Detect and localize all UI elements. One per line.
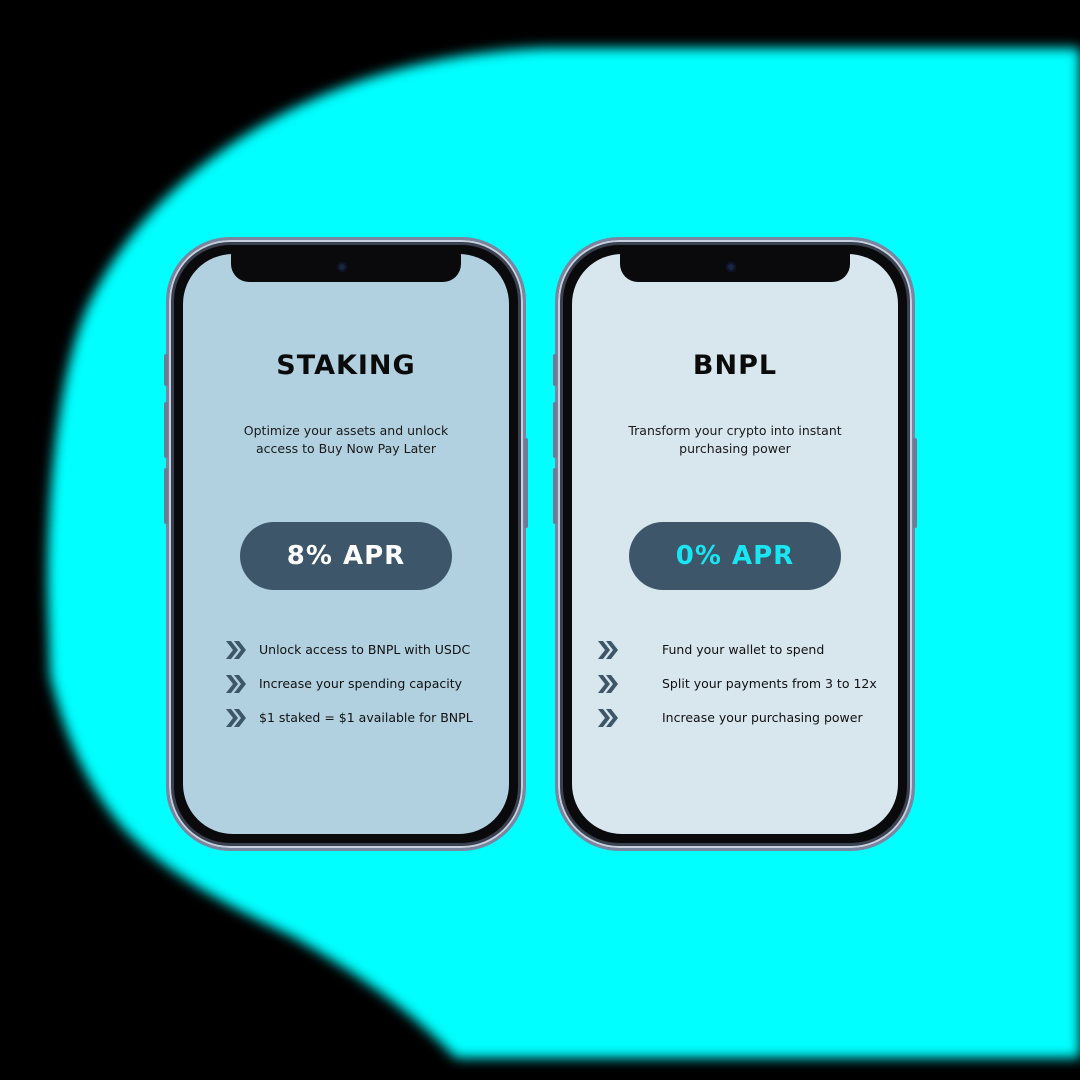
double-chevron-right-icon	[598, 709, 618, 727]
description-line: Optimize your assets and unlock	[243, 423, 449, 438]
feature-text: Split your payments from 3 to 12x	[662, 676, 877, 691]
phone-volume-up-button	[553, 402, 557, 458]
list-item: Increase your purchasing power	[572, 706, 898, 730]
camera-icon	[337, 262, 347, 272]
phone-staking: STAKING Optimize your assets and unlock …	[164, 237, 528, 851]
phone-side-button	[164, 354, 168, 386]
feature-text: $1 staked = $1 available for BNPL	[259, 710, 473, 725]
description-line: Transform your crypto into instant	[628, 423, 842, 438]
apr-label: 8% APR	[286, 541, 406, 571]
phone-side-button	[553, 354, 557, 386]
phone-volume-down-button	[553, 468, 557, 524]
list-item: $1 staked = $1 available for BNPL	[183, 706, 509, 730]
description-line: access to Buy Now Pay Later	[255, 441, 437, 456]
double-chevron-right-icon	[598, 641, 618, 659]
feature-text: Increase your spending capacity	[259, 676, 463, 691]
list-item: Unlock access to BNPL with USDC	[183, 638, 509, 662]
list-item: Split your payments from 3 to 12x	[572, 672, 898, 696]
description-line: purchasing power	[679, 441, 791, 456]
phone-volume-up-button	[164, 402, 168, 458]
phone-notch	[231, 254, 461, 282]
page-title: BNPL	[692, 350, 778, 381]
description: Optimize your assets and unlock access t…	[213, 422, 479, 458]
feature-text: Fund your wallet to spend	[662, 642, 825, 657]
bnpl-screen: BNPL Transform your crypto into instant …	[572, 254, 898, 834]
list-item: Increase your spending capacity	[183, 672, 509, 696]
page-title: STAKING	[276, 350, 416, 381]
phone-volume-down-button	[164, 468, 168, 524]
double-chevron-right-icon	[226, 709, 246, 727]
phone-power-button	[913, 438, 917, 528]
feature-text: Increase your purchasing power	[662, 710, 863, 725]
double-chevron-right-icon	[598, 675, 618, 693]
camera-icon	[726, 262, 736, 272]
feature-text: Unlock access to BNPL with USDC	[259, 642, 471, 657]
description: Transform your crypto into instant purch…	[602, 422, 868, 458]
apr-label: 0% APR	[675, 541, 795, 571]
apr-button[interactable]: 0% APR	[629, 522, 841, 590]
cyan-glow-shape	[47, 48, 1080, 1058]
phone-notch	[620, 254, 850, 282]
double-chevron-right-icon	[226, 675, 246, 693]
double-chevron-right-icon	[226, 641, 246, 659]
staking-screen: STAKING Optimize your assets and unlock …	[183, 254, 509, 834]
apr-button[interactable]: 8% APR	[240, 522, 452, 590]
phone-bnpl: BNPL Transform your crypto into instant …	[553, 237, 917, 851]
list-item: Fund your wallet to spend	[572, 638, 898, 662]
phone-power-button	[524, 438, 528, 528]
